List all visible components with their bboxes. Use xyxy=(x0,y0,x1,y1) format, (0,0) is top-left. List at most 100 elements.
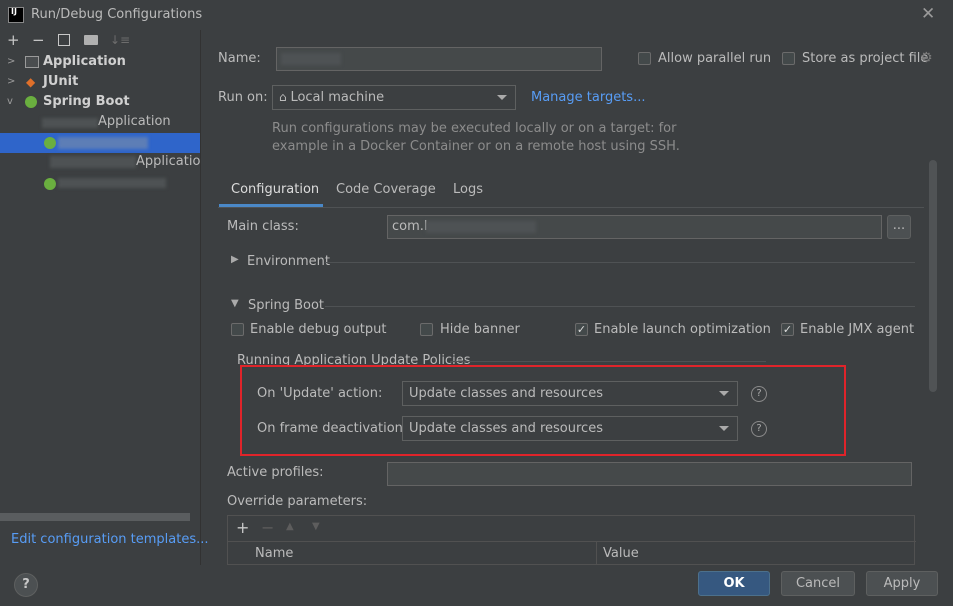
allow-parallel-label: Allow parallel run xyxy=(658,51,772,66)
help-icon[interactable]: ? xyxy=(751,421,767,437)
application-icon xyxy=(25,56,39,68)
table-header-name: Name xyxy=(255,546,294,561)
name-label: Name: xyxy=(218,51,261,66)
chevron-right-icon: > xyxy=(7,56,16,67)
on-frame-select[interactable]: Update classes and resources xyxy=(402,416,738,441)
chevron-down-icon xyxy=(719,426,729,431)
on-update-label: On 'Update' action: xyxy=(257,386,383,401)
launch-optimization-label: Enable launch optimization xyxy=(594,322,771,337)
table-header-value: Value xyxy=(603,546,639,561)
sidebar-item-label: Applicatio xyxy=(136,154,201,169)
override-table: + − ▲ ▼ Name Value xyxy=(227,515,916,566)
spring-boot-section[interactable]: Spring Boot xyxy=(248,298,324,313)
hide-banner-checkbox[interactable] xyxy=(420,323,433,336)
home-icon: ⌂ xyxy=(279,90,291,104)
junit-icon: ◆ xyxy=(26,75,36,89)
help-button[interactable]: ? xyxy=(14,573,38,597)
on-frame-value: Update classes and resources xyxy=(409,421,603,436)
sidebar-item-label: Spring Boot xyxy=(43,94,130,109)
main-class-input[interactable]: com.l xyxy=(387,215,882,239)
run-on-select[interactable]: ⌂ Local machine xyxy=(272,85,516,110)
sidebar-item-app-3[interactable] xyxy=(0,172,200,192)
spring-boot-divider xyxy=(325,306,915,307)
manage-targets-link[interactable]: Manage targets... xyxy=(531,90,645,105)
sidebar-item-label: Application xyxy=(98,114,171,129)
allow-parallel-checkbox[interactable] xyxy=(638,52,651,65)
jmx-agent-label: Enable JMX agent xyxy=(800,322,915,337)
chevron-right-icon: > xyxy=(7,76,16,87)
run-on-description-2: example in a Docker Container or on a re… xyxy=(272,139,680,154)
add-icon[interactable]: + xyxy=(236,518,249,537)
sidebar-divider xyxy=(200,30,201,565)
sidebar-item-label: JUnit xyxy=(43,74,79,89)
spring-boot-icon xyxy=(25,96,37,108)
sidebar-item-label: Application xyxy=(43,54,126,69)
chevron-down-icon xyxy=(497,95,507,100)
column-divider xyxy=(596,542,597,566)
tab-configuration[interactable]: Configuration xyxy=(231,182,319,197)
table-toolbar-divider xyxy=(228,541,916,542)
sidebar-item-spring-boot[interactable]: v Spring Boot xyxy=(0,92,200,112)
hide-banner-label: Hide banner xyxy=(440,322,520,337)
name-input[interactable] xyxy=(276,47,602,71)
edit-templates-link[interactable]: Edit configuration templates... xyxy=(11,532,209,547)
run-on-label: Run on: xyxy=(218,90,268,105)
sidebar-item-app-2[interactable]: Applicatio xyxy=(0,152,200,172)
main-class-value: com.l xyxy=(392,219,428,234)
active-profiles-label: Active profiles: xyxy=(227,465,324,480)
store-project-checkbox[interactable] xyxy=(782,52,795,65)
window-title: Run/Debug Configurations xyxy=(31,7,203,22)
ok-button[interactable]: OK xyxy=(698,571,770,596)
copy-icon[interactable] xyxy=(58,34,70,46)
chevron-down-icon: v xyxy=(7,96,13,107)
sidebar-item-app-1[interactable]: Application xyxy=(0,112,200,132)
remove-icon[interactable]: − xyxy=(32,31,45,49)
tab-logs[interactable]: Logs xyxy=(453,182,483,197)
chevron-right-icon[interactable]: ▶ xyxy=(231,254,239,265)
sort-icon[interactable]: ↓≡ xyxy=(110,33,130,47)
environment-section[interactable]: Environment xyxy=(247,254,330,269)
redacted-text xyxy=(281,53,341,65)
store-project-label: Store as project file xyxy=(802,51,929,66)
chevron-down-icon xyxy=(719,391,729,396)
policies-divider xyxy=(450,361,766,362)
launch-optimization-checkbox[interactable]: ✓ xyxy=(575,323,588,336)
redacted-text xyxy=(58,137,148,149)
active-profiles-input[interactable] xyxy=(387,462,912,486)
move-up-icon[interactable]: ▲ xyxy=(286,521,294,532)
spring-boot-icon xyxy=(44,137,56,149)
remove-icon[interactable]: − xyxy=(261,518,274,537)
enable-debug-label: Enable debug output xyxy=(250,322,387,337)
app-icon: IJ xyxy=(8,7,24,23)
close-icon[interactable]: ✕ xyxy=(921,4,935,24)
gear-icon[interactable]: ⚙ xyxy=(920,50,933,66)
sidebar-selected-row[interactable] xyxy=(0,133,200,153)
sidebar-item-application[interactable]: > Application xyxy=(0,52,200,72)
add-icon[interactable]: + xyxy=(7,31,20,49)
on-update-select[interactable]: Update classes and resources xyxy=(402,381,738,406)
browse-main-class-button[interactable]: ... xyxy=(887,215,911,239)
tab-code-coverage[interactable]: Code Coverage xyxy=(336,182,436,197)
on-update-value: Update classes and resources xyxy=(409,386,603,401)
highlight-box xyxy=(240,365,846,456)
apply-button[interactable]: Apply xyxy=(866,571,938,596)
enable-debug-checkbox[interactable] xyxy=(231,323,244,336)
move-down-icon[interactable]: ▼ xyxy=(312,521,320,532)
help-icon[interactable]: ? xyxy=(751,386,767,402)
redacted-text xyxy=(50,156,136,168)
redacted-text xyxy=(58,178,166,188)
run-on-description-1: Run configurations may be executed local… xyxy=(272,121,677,136)
folder-icon[interactable] xyxy=(84,35,98,45)
main-scrollbar[interactable] xyxy=(929,160,937,392)
environment-divider xyxy=(325,262,915,263)
chevron-down-icon[interactable]: ▼ xyxy=(231,298,239,309)
redacted-text xyxy=(42,118,98,128)
spring-boot-icon xyxy=(44,178,56,190)
cancel-button[interactable]: Cancel xyxy=(781,571,855,596)
sidebar-scrollbar[interactable] xyxy=(0,513,190,521)
run-on-value: Local machine xyxy=(290,90,385,105)
jmx-agent-checkbox[interactable]: ✓ xyxy=(781,323,794,336)
redacted-text xyxy=(426,221,536,233)
tabs-divider xyxy=(218,207,924,208)
sidebar-item-junit[interactable]: > ◆ JUnit xyxy=(0,72,200,92)
